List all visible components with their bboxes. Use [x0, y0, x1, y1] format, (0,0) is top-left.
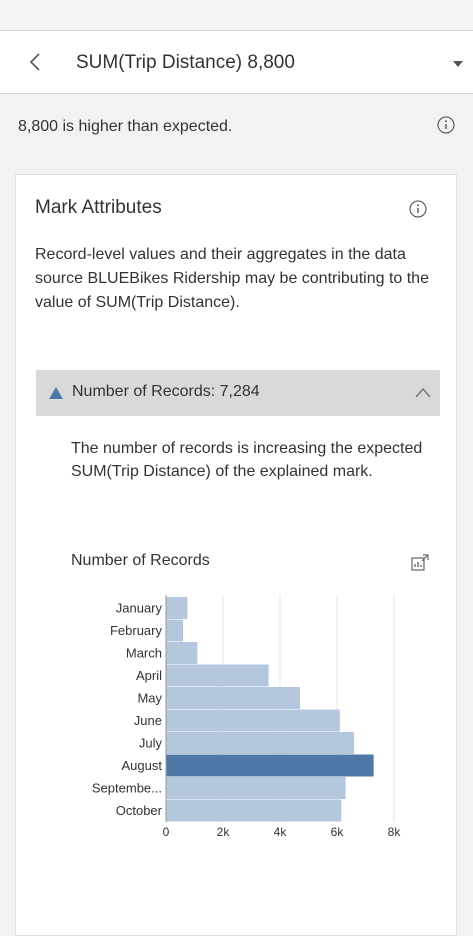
x-tick-label: 4k	[274, 825, 288, 839]
chart-title: Number of Records	[71, 552, 210, 569]
category-label: May	[137, 691, 162, 706]
header-title: SUM(Trip Distance) 8,800	[76, 52, 295, 73]
summary-text: 8,800 is higher than expected.	[18, 118, 233, 135]
category-label: April	[136, 668, 162, 683]
bar-septembe[interactable]	[166, 777, 346, 799]
category-label: March	[126, 646, 162, 661]
card-description: Record-level values and their aggregates…	[35, 246, 429, 311]
open-chart-icon	[411, 554, 429, 571]
bar-june[interactable]	[166, 709, 340, 732]
section-description: The number of records is increasing the …	[71, 440, 423, 480]
bar-august[interactable]	[166, 754, 374, 777]
bar-may[interactable]	[166, 687, 300, 709]
category-label: June	[134, 713, 162, 728]
bar-april[interactable]	[166, 664, 269, 687]
info-icon	[409, 200, 427, 218]
category-label: August	[122, 758, 163, 773]
category-label: October	[116, 803, 163, 818]
number-of-records-section-header[interactable]: Number of Records: 7,284	[36, 370, 440, 416]
mark-attributes-card: Mark Attributes Record-level values and …	[15, 174, 457, 936]
back-button[interactable]	[24, 50, 48, 74]
card-info-button[interactable]	[409, 200, 427, 218]
chevron-left-icon	[29, 53, 40, 71]
caret-down-icon	[453, 61, 463, 67]
chevron-up-icon	[415, 387, 431, 398]
bar-january[interactable]	[166, 597, 188, 619]
bar-october[interactable]	[166, 799, 342, 822]
category-label: February	[110, 623, 163, 638]
summary-info-button[interactable]	[437, 116, 455, 134]
x-tick-label: 0	[163, 825, 170, 839]
category-label: January	[116, 601, 163, 616]
top-strip	[0, 0, 473, 31]
category-label: July	[139, 736, 163, 751]
triangle-up-icon	[49, 387, 63, 399]
x-tick-label: 6k	[331, 825, 345, 839]
header: SUM(Trip Distance) 8,800	[0, 31, 473, 94]
bar-march[interactable]	[166, 642, 198, 664]
open-chart-button[interactable]	[410, 553, 430, 573]
bar-february[interactable]	[166, 619, 184, 642]
number-of-records-chart: January February March April May June July Augu…	[92, 595, 402, 839]
section-label: Number of Records: 7,284	[72, 383, 260, 400]
info-icon	[437, 116, 455, 134]
summary-bar: 8,800 is higher than expected.	[0, 94, 473, 154]
x-tick-label: 2k	[217, 825, 231, 839]
x-tick-label: 8k	[388, 825, 402, 839]
card-title: Mark Attributes	[35, 197, 162, 218]
category-label: Septembe...	[92, 781, 162, 796]
dropdown-button[interactable]	[448, 53, 468, 73]
bar-july[interactable]	[166, 732, 355, 754]
